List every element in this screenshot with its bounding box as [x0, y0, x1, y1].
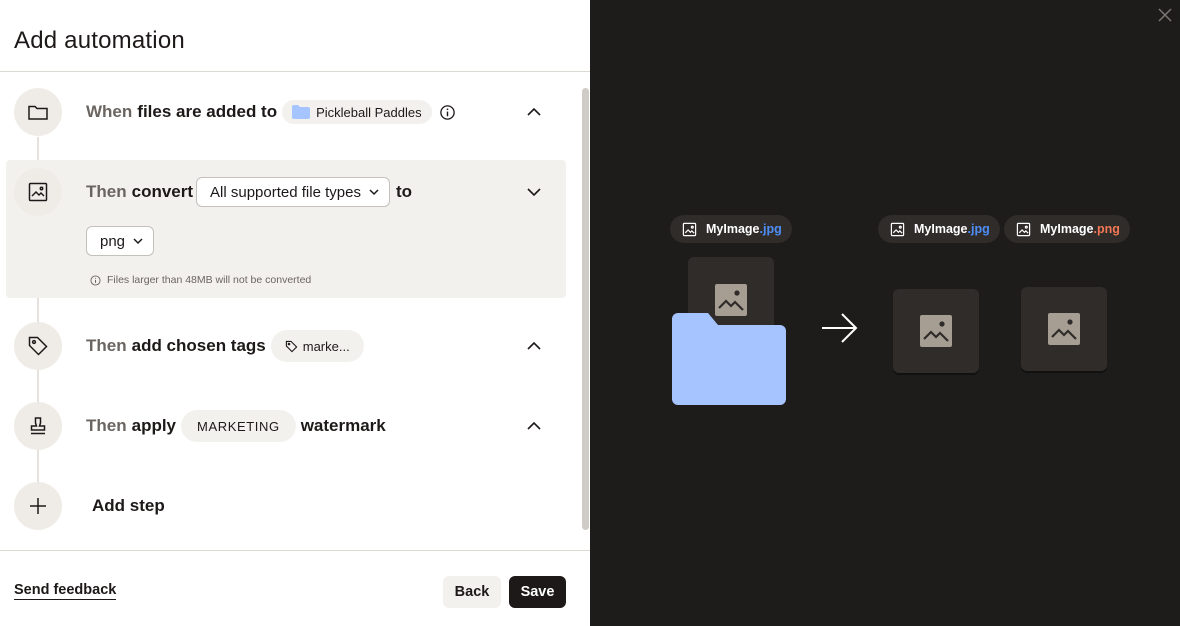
- close-icon[interactable]: [1156, 6, 1174, 24]
- watermark-pill[interactable]: MARKETING: [181, 410, 296, 442]
- tag-icon: [14, 322, 62, 370]
- output-converted-ext: .png: [1093, 222, 1120, 236]
- size-limit-text: Files larger than 48MB will not be conve…: [107, 274, 312, 286]
- scrollbar[interactable]: [582, 88, 589, 530]
- convert-label: convert: [131, 182, 194, 201]
- tags-step-text: Then add chosen tags marke...: [86, 330, 364, 362]
- source-file-label: MyImage .jpg: [670, 215, 792, 243]
- arrow-right-icon: [822, 313, 858, 343]
- watermark-suffix: watermark: [300, 416, 386, 435]
- back-button[interactable]: Back: [443, 576, 501, 608]
- tags-label: add chosen tags: [131, 336, 266, 355]
- watermark-step-text: Then apply MARKETING watermark: [86, 410, 386, 442]
- chevron-up-icon[interactable]: [522, 100, 546, 124]
- tag-icon: [285, 340, 298, 352]
- preview-panel: MyImage .jpg MyImage .jpg MyImage .png: [590, 0, 1180, 626]
- folder-icon: [292, 105, 311, 119]
- target-format-row: png: [86, 225, 160, 257]
- trigger-lead: When: [86, 102, 133, 121]
- steps-list[interactable]: When files are added to Pickleball Paddl…: [0, 72, 590, 550]
- output-converted-tile: [1021, 287, 1107, 371]
- send-feedback-link[interactable]: Send feedback: [14, 582, 117, 600]
- convert-lead: Then: [86, 182, 127, 201]
- chevron-up-icon[interactable]: [522, 414, 546, 438]
- source-file-ext: .jpg: [759, 222, 782, 236]
- convert-to-label: to: [395, 182, 412, 201]
- info-icon[interactable]: [439, 104, 456, 121]
- automation-panel: Add automation When files are added to P…: [0, 0, 590, 626]
- target-format-select[interactable]: png: [86, 226, 155, 256]
- output-converted-label: MyImage .png: [1004, 215, 1130, 243]
- convert-step-text: Then convert All supported file types to: [86, 176, 412, 208]
- output-converted-name: MyImage: [1040, 222, 1094, 236]
- plus-icon[interactable]: [14, 482, 62, 530]
- panel-footer: Send feedback Back Save: [0, 550, 590, 626]
- size-limit-note: Files larger than 48MB will not be conve…: [90, 274, 311, 286]
- folder-icon: [672, 313, 786, 405]
- tag-value: marke...: [302, 338, 350, 354]
- image-icon: [1016, 222, 1031, 236]
- watermark-lead: Then: [86, 416, 127, 435]
- folder-name: Pickleball Paddles: [316, 104, 422, 120]
- chevron-down-icon: [369, 189, 379, 196]
- folder-icon: [14, 88, 62, 136]
- source-file-type-select[interactable]: All supported file types: [196, 177, 390, 207]
- folder-pill[interactable]: Pickleball Paddles: [282, 100, 432, 124]
- tag-pill[interactable]: marke...: [270, 330, 364, 362]
- tags-lead: Then: [86, 336, 127, 355]
- chevron-down-icon[interactable]: [522, 180, 546, 204]
- stamp-icon: [14, 402, 62, 450]
- output-original-ext: .jpg: [967, 222, 990, 236]
- image-icon: [682, 222, 697, 236]
- source-file-type-value: All supported file types: [210, 183, 361, 201]
- trigger-step-text: When files are added to Pickleball Paddl…: [86, 96, 456, 128]
- output-original-label: MyImage .jpg: [878, 215, 1000, 243]
- output-original-tile: [893, 289, 979, 373]
- chevron-down-icon: [133, 238, 143, 245]
- save-button[interactable]: Save: [509, 576, 566, 608]
- target-format-value: png: [100, 232, 126, 250]
- panel-header: Add automation: [0, 0, 590, 72]
- source-file-name: MyImage: [706, 222, 760, 236]
- output-original-name: MyImage: [914, 222, 968, 236]
- image-icon: [890, 222, 905, 236]
- info-icon: [90, 274, 101, 286]
- watermark-label: apply: [131, 416, 177, 435]
- chevron-up-icon[interactable]: [522, 334, 546, 358]
- trigger-label: files are added to: [137, 102, 278, 121]
- add-step-button[interactable]: Add step: [92, 496, 165, 516]
- page-title: Add automation: [14, 27, 185, 54]
- image-icon: [14, 168, 62, 216]
- image-placeholder-icon: [920, 315, 952, 347]
- image-placeholder-icon: [1048, 313, 1080, 345]
